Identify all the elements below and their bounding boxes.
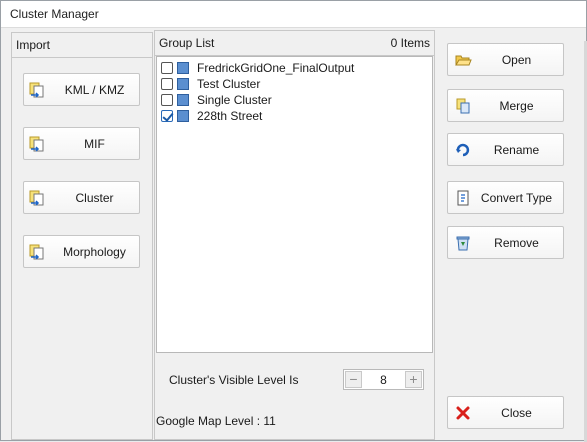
list-item[interactable]: 228th Street: [161, 108, 429, 124]
convert-type-button[interactable]: Convert Type: [447, 181, 564, 214]
item-checkbox[interactable]: [161, 78, 173, 90]
item-checkbox[interactable]: [161, 62, 173, 74]
item-label: Test Cluster: [197, 77, 261, 91]
import-kml-kmz-button[interactable]: KML / KMZ: [23, 73, 140, 106]
close-button[interactable]: Close: [447, 396, 564, 429]
window-title: Cluster Manager: [10, 7, 99, 21]
remove-label: Remove: [494, 236, 539, 250]
item-label: FredrickGridOne_FinalOutput: [197, 61, 355, 75]
item-color-swatch: [177, 62, 189, 74]
item-checkbox[interactable]: [161, 110, 173, 122]
close-label: Close: [501, 406, 532, 420]
import-panel-header: Import: [12, 33, 152, 58]
open-label: Open: [501, 53, 532, 67]
open-button[interactable]: Open: [447, 43, 564, 76]
item-color-swatch: [177, 78, 189, 90]
group-list-header: Group List 0 Items: [155, 31, 434, 56]
visible-level-stepper[interactable]: − 8 +: [343, 369, 424, 390]
item-color-swatch: [177, 94, 189, 106]
merge-label: Merge: [499, 99, 534, 113]
convert-type-label: Convert Type: [480, 191, 553, 205]
import-file-icon: [29, 190, 44, 206]
google-map-level-label: Google Map Level : 11: [156, 414, 276, 428]
decrement-button[interactable]: −: [345, 371, 362, 388]
increment-button[interactable]: +: [405, 371, 422, 388]
item-label: Single Cluster: [197, 93, 272, 107]
import-file-icon: [29, 82, 44, 98]
rename-label: Rename: [493, 143, 540, 157]
folder-open-icon: [455, 55, 472, 66]
item-label: 228th Street: [197, 109, 263, 123]
group-list[interactable]: FredrickGridOne_FinalOutput Test Cluster…: [156, 56, 433, 353]
list-item[interactable]: FredrickGridOne_FinalOutput: [161, 60, 429, 76]
list-item[interactable]: Test Cluster: [161, 76, 429, 92]
cluster-manager-window: Cluster Manager Import KML / KMZ MIF Clu…: [0, 0, 587, 442]
recycle-bin-icon: [456, 236, 470, 251]
item-color-swatch: [177, 110, 189, 122]
import-mif-button[interactable]: MIF: [23, 127, 140, 160]
rename-button[interactable]: Rename: [447, 133, 564, 166]
item-count-label: 0 Items: [390, 36, 430, 50]
list-item[interactable]: Single Cluster: [161, 92, 429, 108]
item-checkbox[interactable]: [161, 94, 173, 106]
import-cluster-button[interactable]: Cluster: [23, 181, 140, 214]
import-file-icon: [29, 244, 44, 260]
import-morphology-label: Morphology: [63, 245, 126, 259]
merge-button[interactable]: Merge: [447, 89, 564, 122]
visible-level-label: Cluster's Visible Level Is: [169, 373, 299, 387]
remove-button[interactable]: Remove: [447, 226, 564, 259]
import-header-label: Import: [16, 38, 51, 52]
import-file-icon: [29, 136, 44, 152]
visible-level-value[interactable]: 8: [364, 373, 403, 387]
import-mif-label: MIF: [84, 137, 105, 151]
close-icon: [456, 406, 470, 420]
merge-icon: [456, 98, 470, 114]
import-morphology-button[interactable]: Morphology: [23, 235, 140, 268]
import-cluster-label: Cluster: [75, 191, 114, 205]
rename-icon: [456, 143, 470, 157]
group-list-header-label: Group List: [159, 36, 215, 50]
title-bar[interactable]: Cluster Manager: [1, 1, 586, 28]
import-kml-kmz-label: KML / KMZ: [64, 83, 125, 97]
convert-type-icon: [457, 190, 469, 206]
